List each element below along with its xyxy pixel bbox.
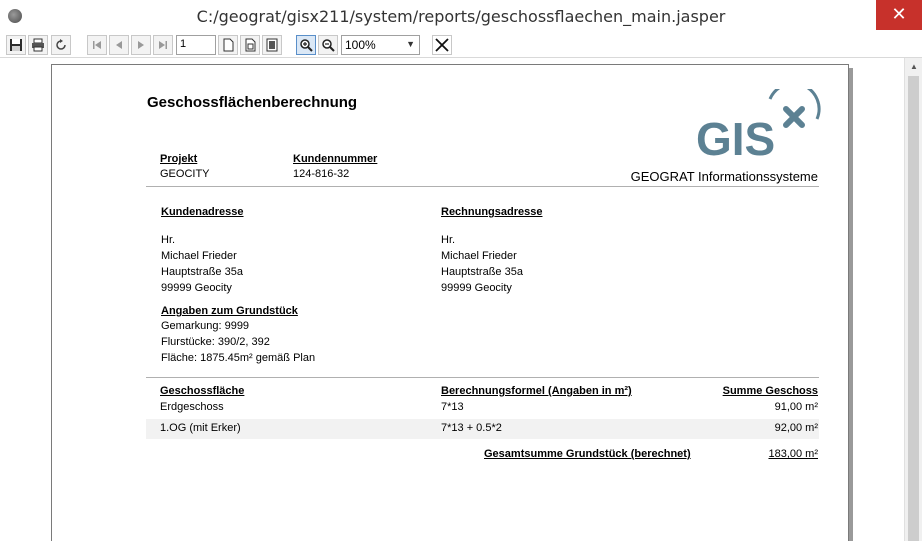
plot-line: Fläche: 1875.45m² gemäß Plan	[161, 352, 316, 364]
customer-address-label: Kundenadresse	[161, 206, 244, 218]
plot-line: Flurstücke: 390/2, 392	[161, 336, 270, 348]
next-page-button[interactable]	[131, 35, 151, 55]
column-header: Geschossfläche	[160, 385, 245, 397]
billing-address-line: Michael Frieder	[441, 250, 517, 262]
plot-line: Gemarkung: 9999	[161, 320, 250, 332]
report-page: Geschossflächenberechnung Projekt GEOCIT…	[51, 64, 849, 541]
reload-icon	[56, 39, 66, 50]
table-cell-sum: 91,00 m²	[774, 401, 818, 413]
chevron-down-icon: ▼	[406, 39, 415, 49]
company-name: GEOGRAT Informationssysteme	[630, 169, 818, 184]
next-page-icon	[138, 41, 144, 49]
zoom-out-button[interactable]	[318, 35, 338, 55]
printer-icon	[32, 38, 44, 52]
customer-number-label: Kundennummer	[293, 153, 378, 165]
zoom-value: 100%	[345, 38, 376, 52]
customer-address-line: Michael Frieder	[161, 250, 237, 262]
customer-number-value: 124-816-32	[293, 168, 350, 180]
customer-address-line: 99999 Geocity	[161, 282, 232, 294]
table-cell-formula: 7*13	[441, 401, 464, 413]
fit-page-icon	[245, 38, 256, 52]
zoom-select[interactable]: 100% ▼	[341, 35, 420, 55]
table-cell-sum: 92,00 m²	[774, 422, 818, 434]
project-label: Projekt	[160, 153, 198, 165]
print-button[interactable]	[28, 35, 48, 55]
divider	[146, 186, 819, 187]
table-cell-formula: 7*13 + 0.5*2	[441, 422, 502, 434]
window-close-button[interactable]: ✕	[876, 0, 922, 30]
total-label: Gesamtsumme Grundstück (berechnet)	[484, 448, 691, 460]
vertical-scrollbar[interactable]: ▲	[904, 58, 922, 541]
actual-size-button[interactable]	[218, 35, 238, 55]
save-icon	[10, 39, 22, 51]
reload-button[interactable]	[51, 35, 71, 55]
report-viewport[interactable]: Geschossflächenberechnung Projekt GEOCIT…	[0, 58, 904, 541]
customer-address-line: Hauptstraße 35a	[161, 266, 243, 278]
billing-address-label: Rechnungsadresse	[441, 206, 543, 218]
title-bar: C:/geograt/gisx211/system/reports/gescho…	[0, 0, 922, 34]
fit-page-button[interactable]	[240, 35, 260, 55]
divider	[146, 377, 819, 378]
page-icon	[223, 38, 234, 52]
gis-logo: GIS	[692, 82, 824, 165]
close-report-button[interactable]	[432, 35, 452, 55]
first-page-icon	[93, 41, 101, 49]
close-icon	[435, 38, 449, 52]
last-page-button[interactable]	[153, 35, 173, 55]
billing-address-line: Hr.	[441, 234, 456, 246]
plot-label: Angaben zum Grundstück	[161, 305, 298, 317]
fit-width-icon	[266, 38, 278, 52]
save-button[interactable]	[6, 35, 26, 55]
customer-address-line: Hr.	[161, 234, 176, 246]
logo-text: GIS	[696, 113, 775, 161]
fit-width-button[interactable]	[262, 35, 282, 55]
total-value: 183,00 m²	[768, 448, 818, 460]
billing-address-line: Hauptstraße 35a	[441, 266, 523, 278]
zoom-in-icon	[300, 39, 313, 52]
last-page-icon	[159, 41, 167, 49]
column-header: Berechnungsformel (Angaben in m²)	[441, 385, 632, 397]
zoom-out-icon	[322, 39, 335, 52]
table-cell-floor: Erdgeschoss	[160, 401, 224, 413]
zoom-in-button[interactable]	[296, 35, 316, 55]
column-header: Summe Geschoss	[722, 385, 818, 397]
previous-page-button[interactable]	[109, 35, 129, 55]
previous-page-icon	[116, 41, 122, 49]
billing-address-line: 99999 Geocity	[441, 282, 512, 294]
scroll-up-icon[interactable]: ▲	[910, 62, 918, 71]
page-number-input[interactable]: 1	[176, 35, 216, 55]
scroll-thumb[interactable]	[908, 76, 919, 541]
table-cell-floor: 1.OG (mit Erker)	[160, 422, 241, 434]
first-page-button[interactable]	[87, 35, 107, 55]
window-title: C:/geograt/gisx211/system/reports/gescho…	[196, 7, 726, 26]
toolbar: 1 100% ▼	[0, 33, 922, 58]
project-value: GEOCITY	[160, 168, 210, 180]
report-title: Geschossflächenberechnung	[147, 94, 358, 111]
